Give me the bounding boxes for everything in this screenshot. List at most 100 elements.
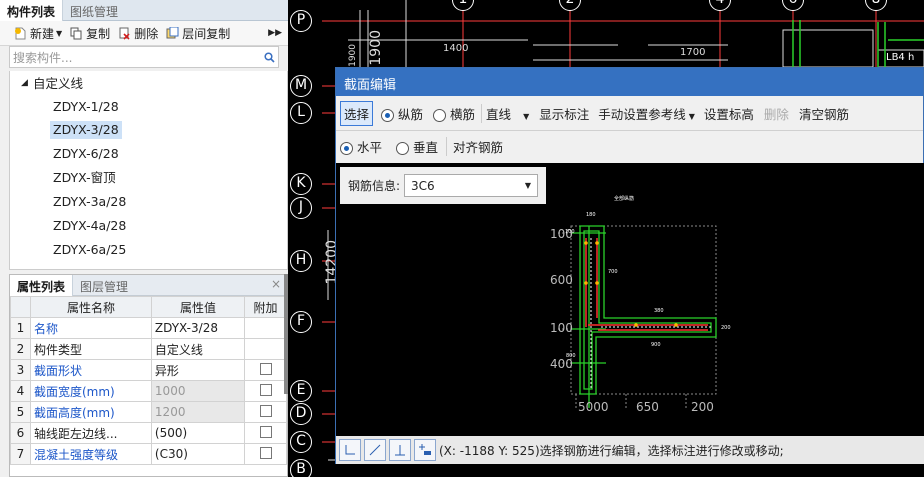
table-row[interactable]: 2 构件类型 自定义线	[10, 338, 287, 360]
axis-marker: E	[290, 380, 312, 402]
section-canvas[interactable]: 钢筋信息: 3C6 ▼ 100 600 100 400 5000 650 200…	[336, 163, 924, 436]
prop-extra	[244, 401, 287, 423]
tree-item[interactable]: ZDYX-4a/28	[50, 217, 129, 235]
line-type-value: 直线	[486, 106, 512, 122]
axis-marker: L	[290, 102, 312, 124]
copy-button[interactable]: 复制	[70, 25, 110, 42]
tree-item[interactable]: ZDYX-6/28	[50, 145, 122, 163]
radio-icon	[396, 141, 410, 155]
dim-label: 1700	[680, 47, 706, 58]
tree-item[interactable]: ZDYX-3a/28	[50, 193, 129, 211]
add-point-icon[interactable]	[414, 439, 436, 461]
dim-label: 1400	[443, 43, 469, 54]
manual-ref-label: 手动设置参考线	[598, 106, 686, 122]
col-value-header: 属性值	[150, 296, 246, 318]
tree-item[interactable]: ZDYX-窗顶	[50, 169, 119, 187]
table-row[interactable]: 6 轴线距左边线... (500)	[10, 422, 287, 444]
snap-angle-icon[interactable]	[364, 439, 386, 461]
radio-icon	[433, 108, 447, 122]
tab-drawing-management[interactable]: 图纸管理	[63, 0, 125, 21]
select-button[interactable]: 选择	[340, 100, 374, 126]
more-icon[interactable]: ▶▶	[268, 28, 282, 38]
prop-extra	[244, 317, 287, 339]
prop-value: 1200	[150, 401, 246, 423]
prop-value[interactable]: 异形	[150, 359, 246, 381]
prop-name: 截面形状	[30, 359, 152, 381]
new-button[interactable]: 新建 ▼	[14, 25, 62, 42]
extra-checkbox[interactable]	[259, 362, 272, 375]
line-type-dropdown[interactable]: 直线 ▼	[481, 103, 530, 123]
snap-perpendicular-icon[interactable]	[389, 439, 411, 461]
radio-hoop-label: 横筋	[450, 106, 476, 122]
row-index: 1	[10, 317, 31, 339]
component-tree: ◢ 自定义线 ZDYX-1/28 ZDYX-3/28 ZDYX-6/28 ZDY…	[9, 71, 288, 270]
snap-orthogonal-icon[interactable]	[339, 439, 361, 461]
search-input[interactable]: 搜索构件...	[9, 46, 279, 68]
row-index: 5	[10, 401, 31, 423]
dialog-title[interactable]: 截面编辑	[336, 68, 923, 96]
layer-copy-label: 层间复制	[182, 26, 231, 41]
copy-label: 复制	[86, 26, 111, 41]
radio-horizontal[interactable]: 水平	[340, 137, 382, 156]
new-label: 新建	[30, 26, 55, 41]
set-elevation-button[interactable]: 设置标高	[704, 104, 754, 123]
prop-extra	[244, 380, 287, 402]
axis-marker: H	[290, 250, 312, 272]
layer-copy-button[interactable]: 层间复制	[166, 25, 230, 42]
dim-label: 1900	[348, 44, 358, 67]
prop-value[interactable]: (C30)	[150, 443, 246, 465]
section-edit-dialog: 截面编辑 选择 纵筋 横筋 直线 ▼ 显示标注 手动设置参考线 ▼ 设置标高 删除 …	[335, 67, 924, 464]
prop-value[interactable]: 自定义线	[150, 338, 246, 360]
delete-button[interactable]: 删除	[118, 25, 158, 42]
table-row[interactable]: 4 截面宽度(mm) 1000	[10, 380, 287, 402]
tree-item[interactable]: ZDYX-6a/25	[50, 241, 129, 259]
tab-property-list[interactable]: 属性列表	[10, 275, 74, 296]
axis-marker: M	[290, 75, 312, 97]
table-row[interactable]: 1 名称 ZDYX-3/28	[10, 317, 287, 339]
table-row[interactable]: 5 截面高度(mm) 1200	[10, 401, 287, 423]
tab-layer-management[interactable]: 图层管理	[73, 275, 135, 296]
delete-rebar-button[interactable]: 删除	[764, 104, 789, 123]
extra-checkbox[interactable]	[259, 404, 272, 417]
tree-root-custom-line[interactable]: 自定义线	[30, 75, 86, 93]
tree-collapse-icon[interactable]: ◢	[18, 74, 31, 92]
search-icon[interactable]	[264, 51, 275, 63]
extra-checkbox[interactable]	[259, 383, 272, 396]
properties-tabs: 属性列表 图层管理 ×	[10, 275, 287, 296]
manual-ref-dropdown[interactable]: 手动设置参考线 ▼	[598, 104, 695, 123]
table-row[interactable]: 7 混凝土强度等级 (C30)	[10, 443, 287, 465]
clear-rebar-button[interactable]: 清空钢筋	[799, 104, 849, 123]
row-index: 3	[10, 359, 31, 381]
component-tabs: 构件列表 图纸管理	[0, 0, 288, 21]
radio-hoop-bar[interactable]: 横筋	[433, 104, 475, 123]
prop-value[interactable]: (500)	[150, 422, 246, 444]
dim-label: 400	[550, 357, 573, 371]
status-text: (X: -1188 Y: 525)选择钢筋进行编辑，选择标注进行修改或移动;	[439, 443, 784, 458]
prop-value: 1000	[150, 380, 246, 402]
prop-value[interactable]: ZDYX-3/28	[150, 317, 246, 339]
extra-checkbox[interactable]	[259, 425, 272, 438]
dim-label: 100	[565, 229, 575, 235]
tree-item-selected[interactable]: ZDYX-3/28	[50, 121, 122, 139]
chevron-down-icon: ▼	[523, 111, 530, 121]
left-panel: 构件列表 图纸管理 新建 ▼ 复制 删除 层间复制 ▶▶ 搜索构件... ◢ 自…	[0, 0, 288, 477]
table-row[interactable]: 3 截面形状 异形	[10, 359, 287, 381]
axis-marker: C	[290, 431, 312, 453]
axis-marker: P	[290, 10, 312, 32]
tree-item[interactable]: ZDYX-1/28	[50, 98, 122, 116]
new-icon	[15, 27, 26, 39]
radio-vertical[interactable]: 垂直	[396, 137, 438, 156]
dim-label: 200	[691, 400, 714, 414]
align-rebar-button[interactable]: 对齐钢筋	[446, 136, 503, 156]
component-toolbar: 新建 ▼ 复制 删除 层间复制 ▶▶	[0, 21, 288, 46]
prop-name: 混凝土强度等级	[30, 443, 152, 465]
close-icon[interactable]: ×	[271, 277, 281, 295]
dim-label: 5000	[578, 400, 609, 414]
layer-copy-icon	[166, 26, 179, 38]
tab-component-list[interactable]: 构件列表	[0, 0, 64, 21]
show-dim-button[interactable]: 显示标注	[539, 104, 589, 123]
radio-long-bar[interactable]: 纵筋	[381, 104, 423, 123]
extra-checkbox[interactable]	[259, 446, 272, 459]
dim-label: 200	[721, 325, 731, 331]
chevron-down-icon[interactable]: ▼	[56, 29, 62, 38]
